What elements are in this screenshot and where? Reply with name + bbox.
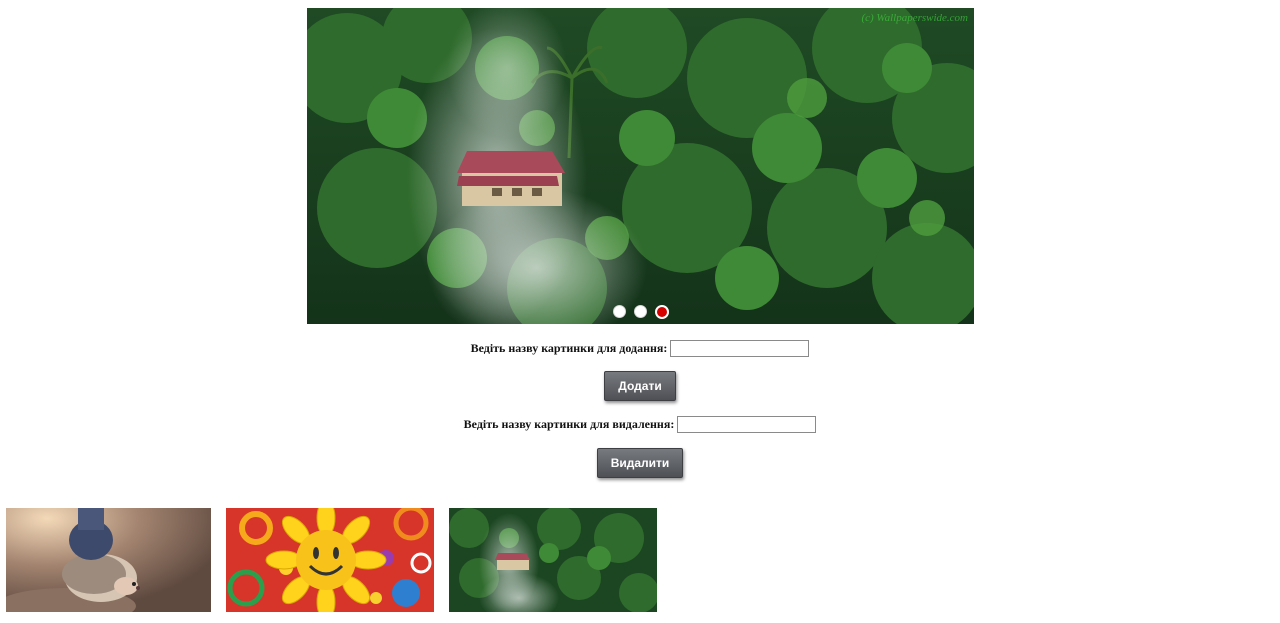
thumbnail-sunflower[interactable] [226, 508, 434, 612]
image-slider: (c) Wallpaperswide.com [307, 8, 974, 324]
slide-dot-1[interactable] [612, 305, 626, 318]
thumbnail-strip [6, 508, 672, 612]
add-image-input[interactable] [670, 340, 810, 357]
slide-dot-3[interactable] [654, 305, 669, 319]
slider-dots [307, 305, 974, 319]
thumbnail-forest-house[interactable] [449, 508, 657, 612]
delete-image-label: Ведіть назву картинки для видалення: [463, 417, 675, 431]
sunflower-smiley-image [226, 508, 434, 612]
watermark-text: (c) Wallpaperswide.com [861, 12, 968, 24]
delete-button[interactable]: Видалити [596, 448, 684, 478]
delete-image-input[interactable] [677, 416, 817, 433]
forest-house-image [449, 508, 657, 612]
forest-house-image [307, 8, 974, 324]
thumbnail-hedgehog[interactable] [6, 508, 211, 612]
add-form-row: Ведіть назву картинки для додання: [0, 340, 1280, 357]
hedgehog-image [6, 508, 211, 612]
add-button-row: Додати [0, 371, 1280, 401]
delete-button-row: Видалити [0, 448, 1280, 478]
delete-form-row: Ведіть назву картинки для видалення: [0, 416, 1280, 433]
add-button[interactable]: Додати [604, 371, 676, 401]
slide-dot-2[interactable] [633, 305, 647, 318]
add-image-label: Ведіть назву картинки для додання: [470, 341, 668, 355]
